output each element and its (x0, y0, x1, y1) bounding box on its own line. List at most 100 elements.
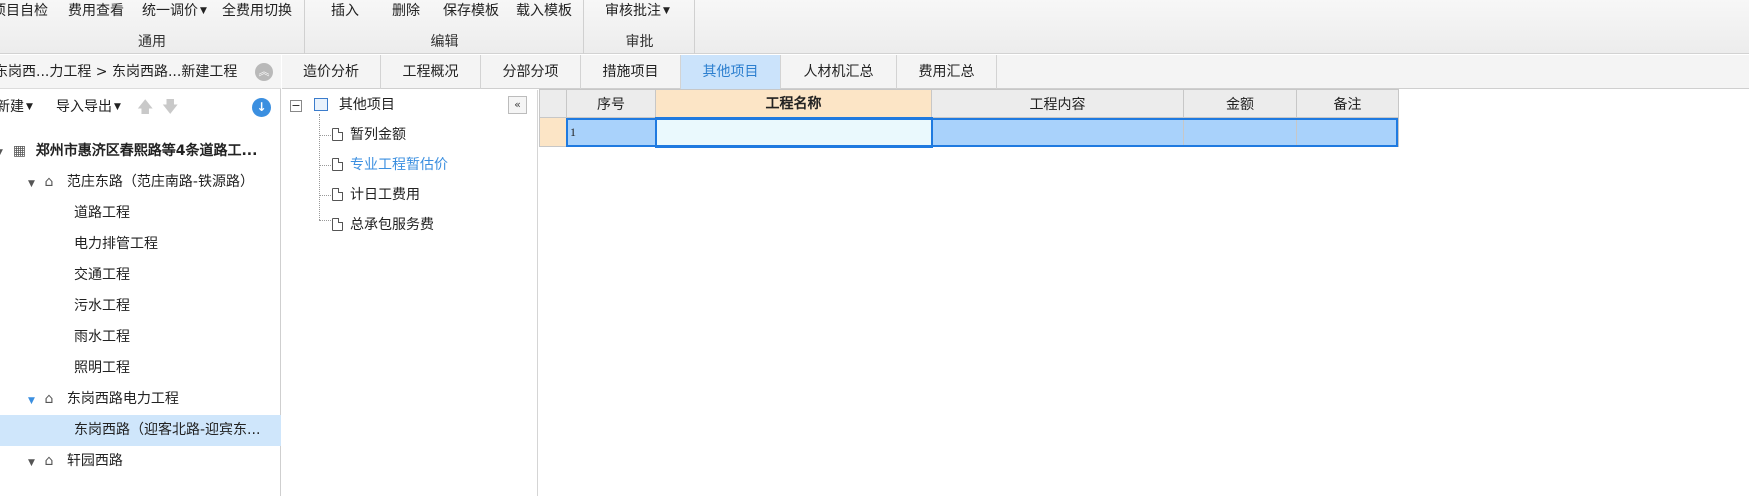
document-icon (332, 188, 343, 201)
tree-item-rainwater-works[interactable]: 雨水工程 (74, 322, 130, 353)
tab-cost-analysis[interactable]: 造价分析 (282, 55, 381, 89)
tree-item-label: 东岗西路电力工程 (66, 391, 179, 407)
move-down-icon[interactable]: 🡇 (162, 90, 178, 124)
document-icon (332, 158, 343, 171)
column-header-amount[interactable]: 金额 (1183, 89, 1297, 118)
full-cost-switch-button[interactable]: 全费用切换 (222, 0, 292, 20)
document-icon (332, 128, 343, 141)
insert-button[interactable]: 插入 (331, 0, 359, 20)
unified-price-adjust-label: 统一调价 (142, 3, 198, 19)
other-items-tree: « − 其他项目 暂列金额 专业工程暂估价 计日工费用 总承包服务费 (282, 90, 538, 496)
tree-item-road-works[interactable]: 道路工程 (74, 198, 130, 229)
expand-arrow-icon[interactable]: ▼ (28, 386, 40, 417)
dropdown-caret-icon: ▼ (663, 6, 670, 16)
tree-connector (319, 220, 331, 221)
tree-connector (319, 195, 331, 196)
tree-connector (319, 165, 331, 166)
cost-view-button[interactable]: 费用查看 (68, 0, 124, 20)
ribbon-group-general: 项目自检 费用查看 统一调价▼ 全费用切换 通用 (0, 0, 305, 54)
ribbon-group-label-approval: 审批 (625, 34, 654, 50)
house-icon: ⌂ (44, 174, 54, 190)
collapse-left-icon[interactable]: « (508, 96, 527, 114)
column-header-remarks[interactable]: 备注 (1296, 89, 1399, 118)
breadcrumb-text[interactable]: 东岗西...力工程 > 东岗西路...新建工程 (0, 64, 237, 80)
ribbon-group-label-edit: 编辑 (430, 34, 459, 50)
mid-tree-root[interactable]: − 其他项目 (290, 90, 395, 120)
dropdown-caret-icon: ▼ (26, 102, 33, 112)
tree-item-label: 轩园西路 (66, 453, 123, 469)
row-header-cell[interactable] (539, 117, 567, 147)
review-annotation-label: 审核批注 (605, 3, 661, 19)
new-button[interactable]: 新建 ▼ (0, 90, 33, 124)
folder-chart-icon (314, 98, 329, 111)
project-self-check-button[interactable]: 项目自检 (0, 0, 48, 20)
tree-item-lighting-works[interactable]: 照明工程 (74, 353, 130, 384)
expand-arrow-icon[interactable]: ▼ (28, 448, 40, 479)
load-template-button[interactable]: 载入模板 (516, 0, 572, 20)
house-icon: ⌂ (44, 391, 54, 407)
tab-project-overview[interactable]: 工程概况 (381, 55, 481, 89)
download-icon[interactable]: ↓ (252, 98, 271, 117)
tree-item-xuanyuan-west-road[interactable]: ▼ ⌂ 轩园西路 (28, 446, 123, 477)
save-template-button[interactable]: 保存模板 (443, 0, 499, 20)
cell-remarks[interactable] (1296, 117, 1399, 147)
mid-tree-item-label: 总承包服务费 (350, 217, 434, 233)
dropdown-caret-icon: ▼ (200, 6, 207, 16)
tree-item-traffic-works[interactable]: 交通工程 (74, 260, 130, 291)
breadcrumb: 东岗西...力工程 > 东岗西路...新建工程 ︽ (0, 55, 281, 89)
tree-item-label: 范庄东路（范庄南路-铁源路） (66, 174, 254, 190)
document-icon (332, 218, 343, 231)
expand-arrow-icon[interactable]: ▼ (28, 169, 40, 200)
mid-tree-item-daywork[interactable]: 计日工费用 (332, 180, 420, 210)
tab-sub-items[interactable]: 分部分项 (481, 55, 581, 89)
review-annotation-button[interactable]: 审核批注 ▼ (605, 0, 670, 20)
table-row[interactable]: 1 (539, 116, 1399, 148)
left-toolbar: 新建 ▼ 导入导出 ▼ 🡅 🡇 ↓ (0, 90, 281, 124)
mid-tree-item-label: 专业工程暂估价 (350, 157, 448, 173)
ribbon-group-label-general: 通用 (138, 34, 166, 50)
tree-connector (319, 114, 320, 220)
mid-tree-item-specialty-estimate[interactable]: 专业工程暂估价 (332, 150, 448, 180)
mid-tree-item-label: 计日工费用 (350, 187, 420, 203)
cell-name-editing[interactable] (654, 116, 933, 148)
new-label: 新建 (0, 99, 24, 115)
tree-root-project[interactable]: ▼ ▦ 郑州市惠济区春熙路等4条道路工... (0, 136, 257, 167)
tab-labor-material-machine[interactable]: 人材机汇总 (781, 55, 897, 89)
move-up-icon[interactable]: 🡅 (137, 90, 153, 124)
import-export-label: 导入导出 (56, 99, 112, 115)
tree-item-fanzhuang-east-road[interactable]: ▼ ⌂ 范庄东路（范庄南路-铁源路） (28, 167, 254, 198)
ribbon-group-approval: 审核批注 ▼ 审批 (585, 0, 695, 54)
mid-tree-item-provisional-sum[interactable]: 暂列金额 (332, 120, 406, 150)
tree-item-donggang-west-road[interactable]: 东岗西路（迎客北路-迎宾东... (74, 415, 260, 446)
grid-corner-cell[interactable] (539, 89, 567, 118)
tab-cost-summary[interactable]: 费用汇总 (897, 55, 997, 89)
house-icon: ⌂ (44, 453, 54, 469)
tree-root-label: 郑州市惠济区春熙路等4条道路工... (35, 143, 258, 159)
cell-amount[interactable] (1183, 117, 1297, 147)
tree-connector (319, 135, 331, 136)
tree-item-sewage-works[interactable]: 污水工程 (74, 291, 130, 322)
import-export-button[interactable]: 导入导出 ▼ (56, 90, 121, 124)
tab-bar: 造价分析 工程概况 分部分项 措施项目 其他项目 人材机汇总 费用汇总 (282, 55, 1749, 89)
mid-tree-root-label: 其他项目 (338, 97, 395, 113)
tab-measures[interactable]: 措施项目 (581, 55, 681, 89)
collapse-up-icon[interactable]: ︽ (255, 63, 273, 81)
column-header-seq[interactable]: 序号 (566, 89, 656, 118)
tab-other-items[interactable]: 其他项目 (681, 55, 781, 89)
collapse-minus-icon[interactable]: − (290, 100, 302, 112)
column-header-name[interactable]: 工程名称 (655, 89, 932, 118)
expand-arrow-icon[interactable]: ▼ (0, 138, 8, 169)
project-tree-panel: 东岗西...力工程 > 东岗西路...新建工程 ︽ 新建 ▼ 导入导出 ▼ 🡅 🡇 … (0, 55, 281, 496)
delete-button[interactable]: 删除 (392, 0, 420, 20)
mid-tree-item-general-contract-fee[interactable]: 总承包服务费 (332, 210, 434, 240)
cell-content[interactable] (931, 117, 1184, 147)
column-header-content[interactable]: 工程内容 (931, 89, 1184, 118)
ribbon-group-edit: 插入 删除 保存模板 载入模板 编辑 (306, 0, 584, 54)
mid-tree-item-label: 暂列金额 (350, 127, 406, 143)
tree-item-power-conduit[interactable]: 电力排管工程 (74, 229, 158, 260)
tree-item-donggang-power[interactable]: ▼ ⌂ 东岗西路电力工程 (28, 384, 179, 415)
building-icon: ▦ (12, 143, 27, 159)
cell-seq[interactable]: 1 (566, 117, 656, 147)
unified-price-adjust-button[interactable]: 统一调价 ▼ (142, 0, 207, 20)
dropdown-caret-icon: ▼ (114, 102, 121, 112)
